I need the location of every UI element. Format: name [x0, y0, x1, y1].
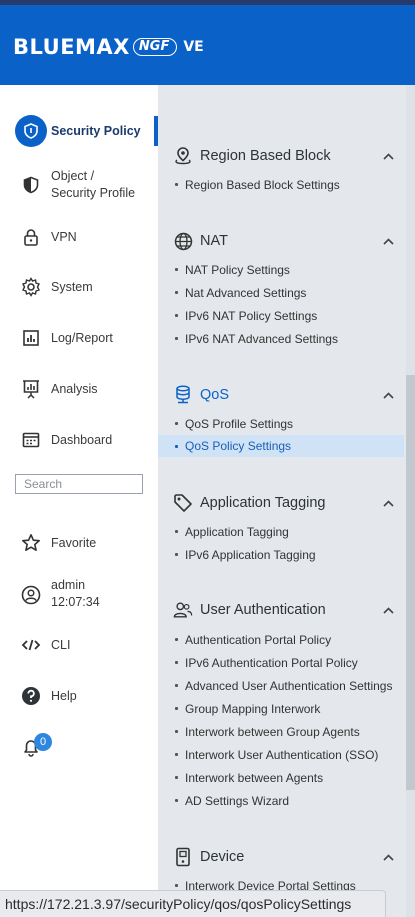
logo-ngf-text: NGF — [132, 38, 178, 56]
menu-item-ipv6-nat-advanced-settings[interactable]: IPv6 NAT Advanced Settings — [158, 328, 404, 349]
menu-item-group-mapping-interwork[interactable]: Group Mapping Interwork — [158, 698, 404, 719]
globe-icon — [173, 231, 193, 251]
sidebar-item-cli[interactable]: CLI — [0, 633, 158, 657]
chevron-up-icon — [382, 497, 394, 509]
sidebar-item-analysis[interactable]: Analysis — [0, 377, 158, 401]
sidebar-item-label: Object / Security Profile — [51, 169, 136, 200]
section-title: User Authentication — [200, 602, 326, 618]
sidebar-item-label: Dashboard — [51, 432, 113, 447]
sidebar-item-user[interactable]: admin 12:07:34 — [0, 575, 158, 615]
menu-item-ipv6-nat-policy-settings[interactable]: IPv6 NAT Policy Settings — [158, 305, 404, 326]
section-region-based-block[interactable]: Region Based Block — [158, 143, 404, 169]
menu-item-interwork-user-authentication-sso[interactable]: Interwork User Authentication (SSO) — [158, 744, 404, 765]
sidebar-item-label: Security Policy — [51, 123, 141, 138]
user-circle-icon — [20, 584, 42, 606]
dashboard-icon — [20, 429, 42, 451]
shield-icon — [15, 115, 47, 147]
logo-ve-text: VE — [183, 39, 204, 55]
sidebar-item-vpn[interactable]: VPN — [0, 225, 158, 249]
session-time: 12:07:34 — [51, 595, 100, 609]
star-icon — [20, 532, 42, 554]
section-title: Region Based Block — [200, 148, 331, 164]
section-nat[interactable]: NAT — [158, 228, 404, 254]
section-application-tagging[interactable]: Application Tagging — [158, 490, 404, 516]
notification-badge: 0 — [34, 733, 52, 751]
section-title: Application Tagging — [200, 495, 326, 511]
tag-icon — [173, 493, 193, 513]
menu-item-qos-profile-settings[interactable]: QoS Profile Settings — [158, 413, 404, 434]
sidebar-item-label: System — [51, 279, 93, 294]
presentation-chart-icon — [20, 378, 42, 400]
gear-icon — [20, 276, 42, 298]
code-icon — [20, 634, 42, 656]
sidebar-item-favorite[interactable]: Favorite — [0, 531, 158, 555]
sidebar-item-log-report[interactable]: Log/Report — [0, 326, 158, 350]
section-title: NAT — [200, 233, 228, 249]
user-name: admin — [51, 578, 86, 592]
sidebar-item-object-security-profile[interactable]: Object / Security Profile — [0, 167, 158, 203]
submenu-panel: Region Based Block Region Based Block Se… — [158, 85, 415, 917]
map-pin-icon — [173, 146, 193, 166]
sidebar-item-dashboard[interactable]: Dashboard — [0, 428, 158, 452]
menu-item-interwork-between-agents[interactable]: Interwork between Agents — [158, 767, 404, 788]
device-icon — [173, 847, 193, 867]
sidebar-item-help[interactable]: Help — [0, 684, 158, 708]
sidebar-item-label: Favorite — [51, 535, 97, 550]
menu-item-interwork-between-group-agents[interactable]: Interwork between Group Agents — [158, 721, 404, 742]
section-qos[interactable]: QoS — [158, 382, 404, 408]
lock-icon — [20, 226, 42, 248]
sidebar-item-security-policy[interactable]: Security Policy — [0, 113, 158, 149]
search-input[interactable] — [15, 474, 143, 494]
menu-item-nat-policy-settings[interactable]: NAT Policy Settings — [158, 259, 404, 280]
sidebar-item-label: Analysis — [51, 381, 98, 396]
menu-item-nat-advanced-settings[interactable]: Nat Advanced Settings — [158, 282, 404, 303]
menu-item-advanced-user-authentication-settings[interactable]: Advanced User Authentication Settings — [158, 675, 404, 696]
sidebar-item-label: Help — [51, 688, 77, 703]
shield-half-icon — [20, 174, 42, 196]
chevron-up-icon — [382, 235, 394, 247]
chevron-up-icon — [382, 604, 394, 616]
bar-chart-icon — [20, 327, 42, 349]
help-icon — [20, 685, 42, 707]
sidebar-item-label: Log/Report — [51, 330, 113, 345]
menu-item-ipv6-authentication-portal-policy[interactable]: IPv6 Authentication Portal Policy — [158, 652, 404, 673]
logo[interactable]: BLUEMAX NGF VE — [13, 35, 204, 59]
section-title: Device — [200, 849, 245, 865]
notifications-button[interactable] — [0, 735, 158, 759]
menu-item-qos-policy-settings[interactable]: QoS Policy Settings — [158, 435, 404, 457]
menu-item-region-based-block-settings[interactable]: Region Based Block Settings — [158, 174, 404, 195]
sidebar-item-system[interactable]: System — [0, 275, 158, 299]
app-header: BLUEMAX NGF VE — [0, 5, 415, 85]
section-user-authentication[interactable]: User Authentication — [158, 597, 404, 623]
chevron-up-icon — [382, 389, 394, 401]
sidebar-item-label: VPN — [51, 229, 77, 244]
menu-item-ipv6-application-tagging[interactable]: IPv6 Application Tagging — [158, 544, 404, 565]
menu-item-ad-settings-wizard[interactable]: AD Settings Wizard — [158, 790, 404, 811]
sidebar: Security Policy Object / Security Profil… — [0, 85, 158, 917]
logo-main-text: BLUEMAX — [13, 35, 130, 59]
menu-item-authentication-portal-policy[interactable]: Authentication Portal Policy — [158, 629, 404, 650]
database-icon — [173, 385, 193, 405]
section-device[interactable]: Device — [158, 844, 404, 870]
scrollbar-thumb[interactable] — [406, 375, 415, 790]
section-title: QoS — [200, 387, 230, 403]
sidebar-item-label: CLI — [51, 637, 71, 652]
users-icon — [173, 600, 193, 620]
chevron-up-icon — [382, 150, 394, 162]
menu-item-application-tagging[interactable]: Application Tagging — [158, 521, 404, 542]
chevron-up-icon — [382, 851, 394, 863]
status-url-bar: https://172.21.3.97/securityPolicy/qos/q… — [0, 890, 386, 917]
